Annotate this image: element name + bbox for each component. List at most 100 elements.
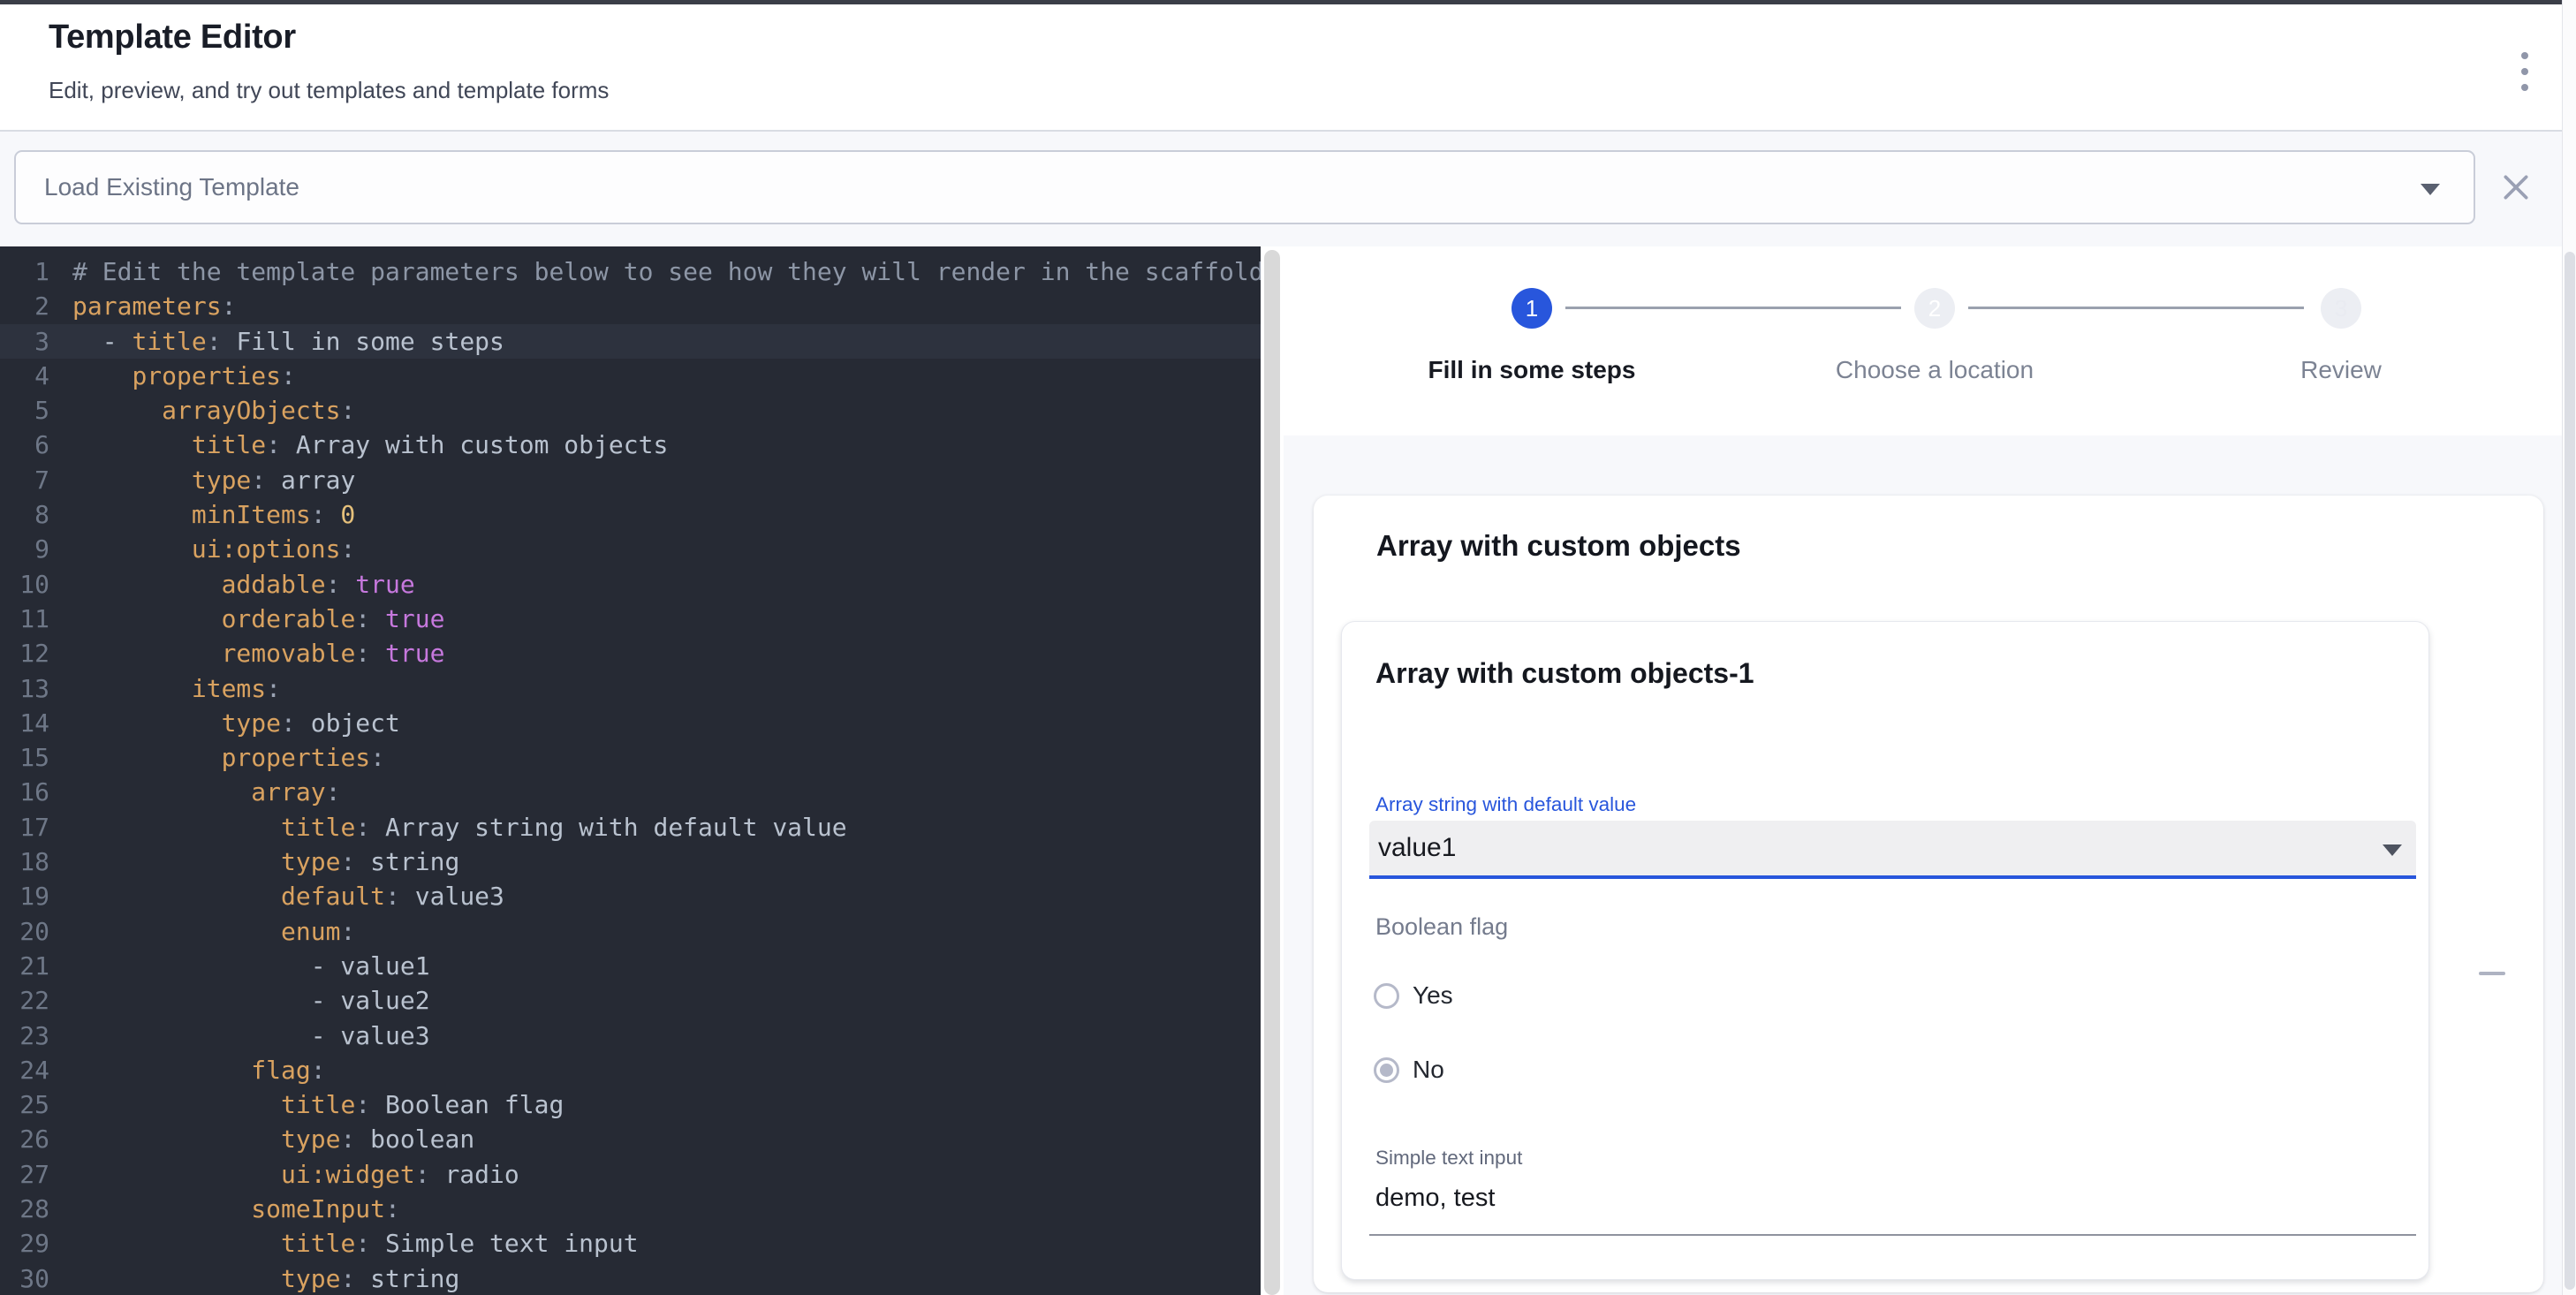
page-title: Template Editor (49, 19, 296, 57)
page-subtitle: Edit, preview, and try out templates and… (49, 77, 609, 104)
code-line[interactable]: 20 enum: (0, 914, 1261, 949)
select-value: value1 (1378, 833, 1456, 863)
line-number: 15 (0, 740, 49, 775)
array-item-card: Array with custom objects-1 Array string… (1341, 621, 2429, 1280)
editor-scrollbar[interactable] (1264, 250, 1280, 1295)
chevron-down-icon (2421, 184, 2440, 195)
step-label: Fill in some steps (1428, 356, 1636, 384)
stepper-connector (1968, 307, 2304, 309)
step-circle[interactable]: 3 (2321, 288, 2361, 329)
code-line[interactable]: 22 - value2 (0, 983, 1261, 1018)
line-number: 18 (0, 844, 49, 879)
code-line[interactable]: 29 title: Simple text input (0, 1226, 1261, 1261)
array-string-select[interactable]: value1 (1369, 821, 2416, 879)
line-number: 16 (0, 775, 49, 809)
remove-item-button[interactable] (2466, 958, 2518, 988)
code-editor[interactable]: 1# Edit the template parameters below to… (0, 246, 1261, 1295)
line-number: 4 (0, 359, 49, 393)
code-line[interactable]: 15 properties: (0, 740, 1261, 775)
code-line[interactable]: 14 type: object (0, 706, 1261, 740)
line-number: 5 (0, 393, 49, 428)
code-line[interactable]: 23 - value3 (0, 1019, 1261, 1053)
kebab-dot (2521, 84, 2528, 91)
code-line[interactable]: 17 title: Array string with default valu… (0, 810, 1261, 844)
code-line[interactable]: 12 removable: true (0, 636, 1261, 670)
array-item-title: Array with custom objects-1 (1375, 657, 1754, 690)
step-circle[interactable]: 2 (1914, 288, 1955, 329)
code-line[interactable]: 16 array: (0, 775, 1261, 809)
code-line[interactable]: 19 default: value3 (0, 879, 1261, 913)
radio-group-options: Yes No (1374, 970, 1904, 1118)
line-number: 6 (0, 428, 49, 462)
code-line[interactable]: 8 minItems: 0 (0, 497, 1261, 532)
code-line[interactable]: 25 title: Boolean flag (0, 1087, 1261, 1122)
line-number: 25 (0, 1087, 49, 1122)
simple-text-input[interactable]: demo, test (1375, 1184, 1495, 1213)
step-circle[interactable]: 1 (1512, 288, 1552, 329)
code-line[interactable]: 2parameters: (0, 289, 1261, 323)
code-line[interactable]: 3 - title: Fill in some steps (0, 324, 1261, 359)
text-field-underline (1369, 1234, 2416, 1236)
code-line[interactable]: 1# Edit the template parameters below to… (0, 254, 1261, 289)
step-label: Review (2300, 356, 2382, 384)
line-number: 17 (0, 810, 49, 844)
minus-icon (2479, 972, 2505, 975)
line-number: 12 (0, 636, 49, 670)
form-card: Array with custom objects Array with cus… (1314, 496, 2543, 1292)
code-line[interactable]: 9 ui:options: (0, 532, 1261, 566)
kebab-menu-icon[interactable] (2507, 50, 2542, 93)
line-number: 19 (0, 879, 49, 913)
line-number: 13 (0, 671, 49, 706)
code-line[interactable]: 18 type: string (0, 844, 1261, 879)
form-section-title: Array with custom objects (1376, 529, 1741, 563)
code-line[interactable]: 5 arrayObjects: (0, 393, 1261, 428)
clear-template-button[interactable] (2498, 170, 2534, 205)
code-line[interactable]: 6 title: Array with custom objects (0, 428, 1261, 462)
line-number: 7 (0, 463, 49, 497)
code-line[interactable]: 28 someInput: (0, 1192, 1261, 1226)
code-line[interactable]: 24 flag: (0, 1053, 1261, 1087)
code-line[interactable]: 26 type: boolean (0, 1122, 1261, 1156)
line-number: 3 (0, 324, 49, 359)
code-line[interactable]: 27 ui:widget: radio (0, 1157, 1261, 1192)
line-number: 2 (0, 289, 49, 323)
line-number: 20 (0, 914, 49, 949)
code-line[interactable]: 7 type: array (0, 463, 1261, 497)
text-field-label: Simple text input (1375, 1147, 1522, 1170)
line-number: 27 (0, 1157, 49, 1192)
page-scrollbar[interactable] (2565, 252, 2575, 1290)
line-number: 24 (0, 1053, 49, 1087)
radio-unselected-icon (1374, 983, 1399, 1009)
code-line[interactable]: 30 type: string (0, 1261, 1261, 1295)
code-line[interactable]: 4 properties: (0, 359, 1261, 393)
code-line[interactable]: 21 - value1 (0, 949, 1261, 983)
preview-panel: Array with custom objects Array with cus… (1284, 435, 2576, 1295)
line-number: 9 (0, 532, 49, 566)
line-number: 30 (0, 1261, 49, 1295)
load-template-select[interactable]: Load Existing Template (14, 150, 2475, 224)
radio-selected-icon (1374, 1057, 1399, 1083)
radio-option-label: Yes (1413, 981, 1453, 1010)
stepper: 1 Fill in some steps 2 Choose a location 3 Re… (1284, 246, 2576, 435)
radio-option-label: No (1413, 1056, 1444, 1084)
code-line[interactable]: 10 addable: true (0, 567, 1261, 602)
step-label: Choose a location (1836, 356, 2034, 384)
code-line[interactable]: 13 items: (0, 671, 1261, 706)
radio-option[interactable]: No (1374, 1044, 1904, 1095)
radio-group-label: Boolean flag (1375, 913, 1508, 941)
line-number: 11 (0, 602, 49, 636)
code-lines: 1# Edit the template parameters below to… (0, 254, 1261, 1295)
select-field-label: Array string with default value (1375, 793, 1636, 816)
kebab-dot (2521, 52, 2528, 59)
line-number: 28 (0, 1192, 49, 1226)
toolbar: Load Existing Template (0, 132, 2576, 246)
line-number: 10 (0, 567, 49, 602)
line-number: 23 (0, 1019, 49, 1053)
line-number: 14 (0, 706, 49, 740)
kebab-dot (2521, 68, 2528, 75)
select-caret-icon (2383, 844, 2402, 856)
load-template-placeholder: Load Existing Template (44, 173, 299, 201)
line-number: 29 (0, 1226, 49, 1261)
radio-option[interactable]: Yes (1374, 970, 1904, 1021)
code-line[interactable]: 11 orderable: true (0, 602, 1261, 636)
